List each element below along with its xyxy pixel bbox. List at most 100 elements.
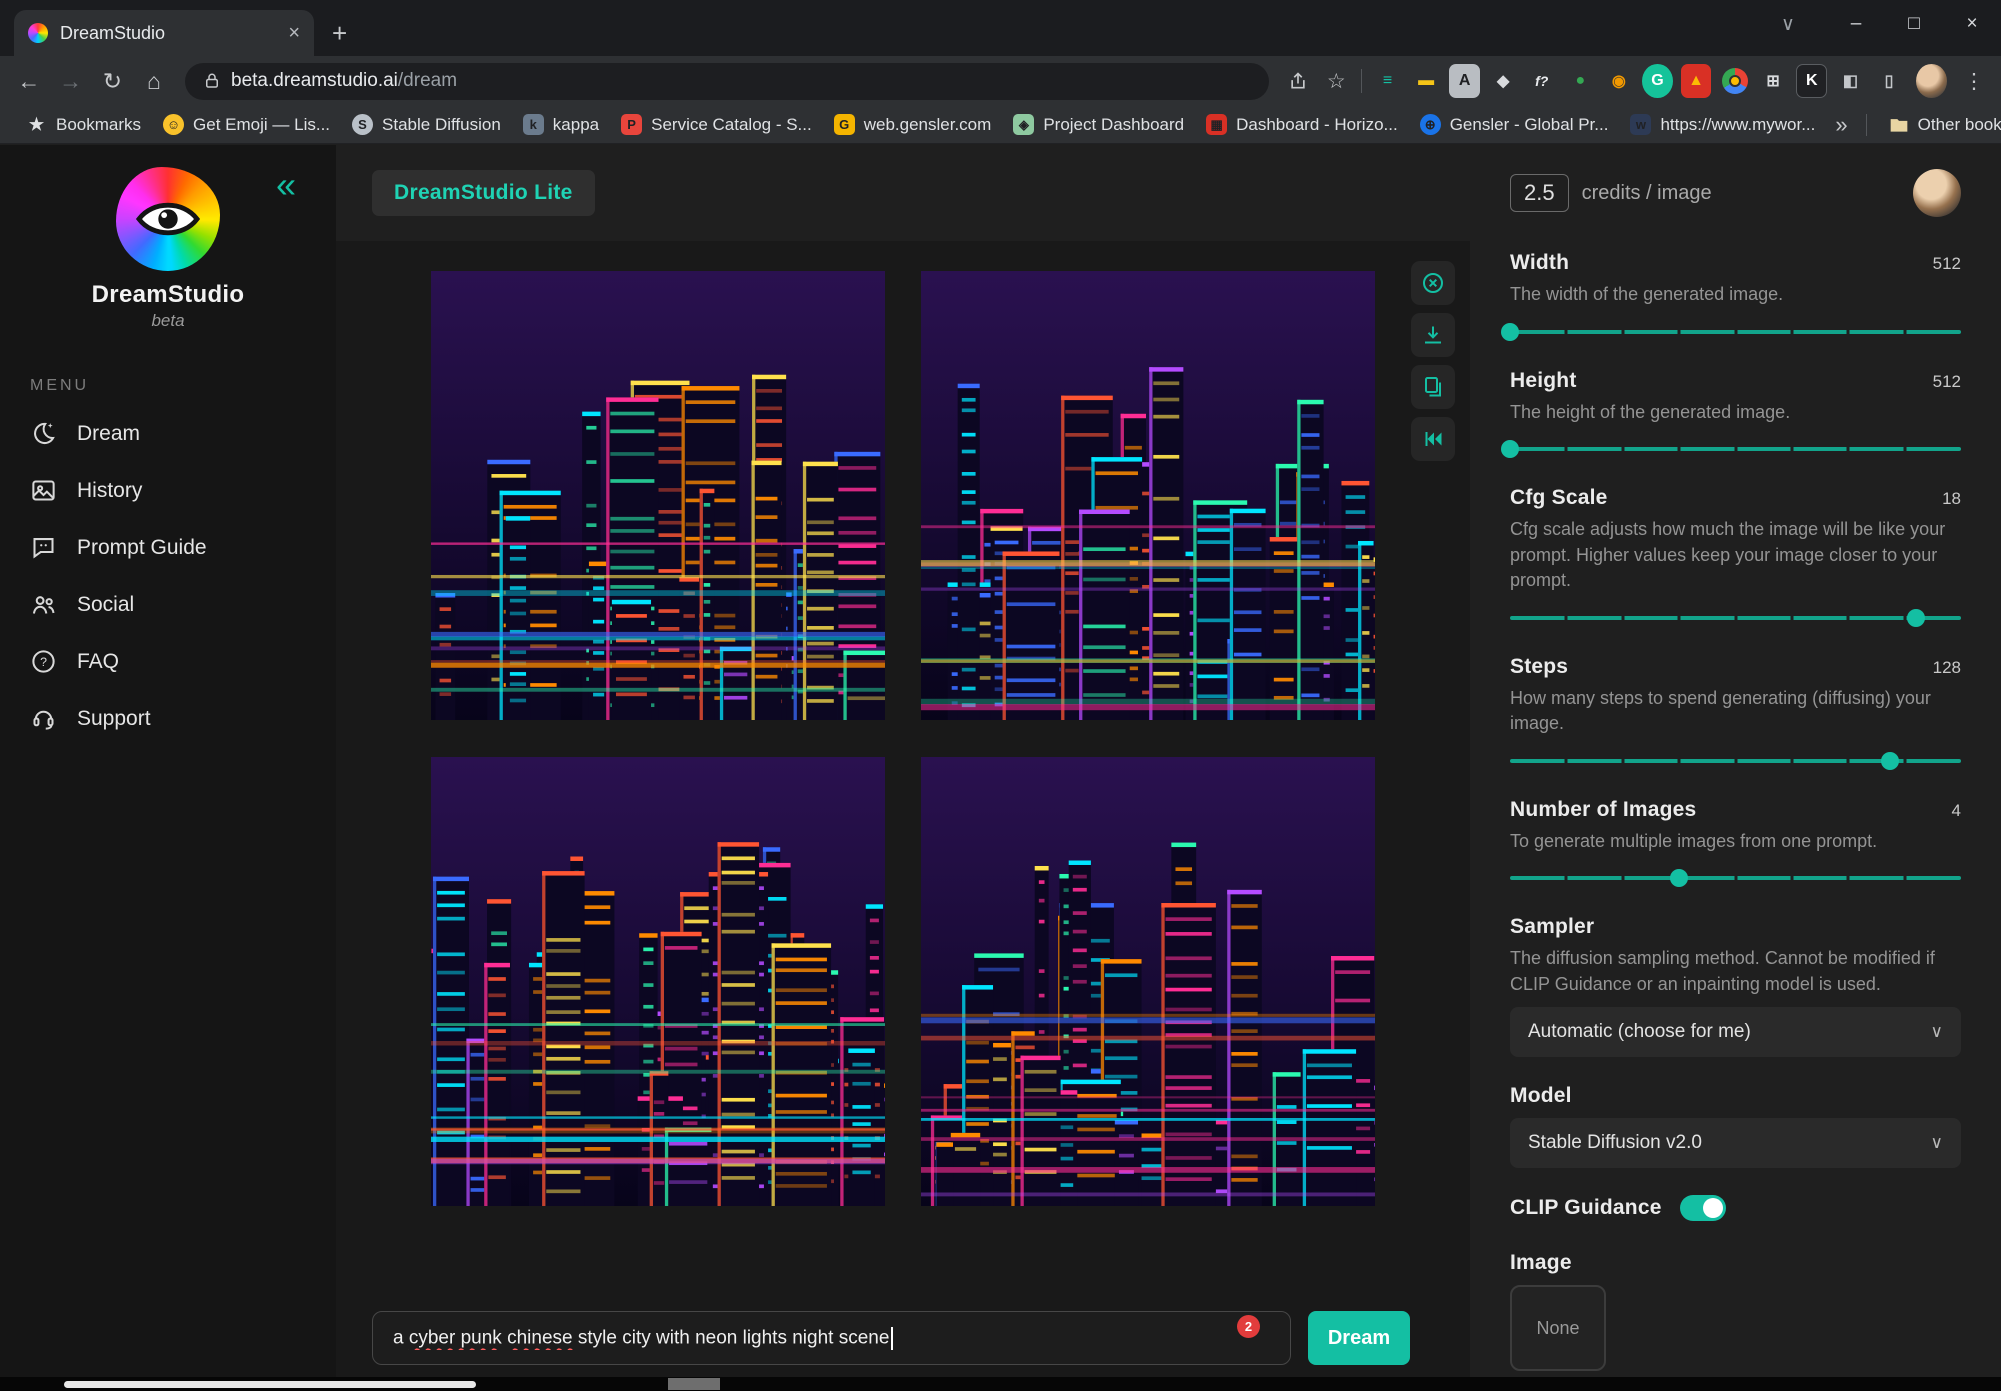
- bookmark-item[interactable]: k kappa: [513, 110, 609, 139]
- home-button[interactable]: ⌂: [135, 60, 173, 102]
- setting-sampler: Sampler The diffusion sampling method. C…: [1510, 915, 1961, 1058]
- share-icon[interactable]: [1281, 62, 1315, 100]
- bookmark-item[interactable]: w https://www.mywor...: [1620, 110, 1825, 139]
- rewind-button[interactable]: [1411, 417, 1455, 461]
- num-images-value: 4: [1951, 800, 1961, 820]
- width-description: The width of the generated image.: [1510, 284, 1784, 304]
- sampler-label: Sampler: [1510, 915, 1595, 939]
- sidebar-item-support[interactable]: Support: [0, 690, 336, 747]
- toggle-knob: [1702, 1198, 1723, 1219]
- steps-slider-thumb[interactable]: [1881, 751, 1900, 770]
- bookmark-item[interactable]: ▦ Dashboard - Horizo...: [1196, 110, 1408, 139]
- back-button[interactable]: ←: [10, 60, 48, 102]
- bookmarks-overflow-icon[interactable]: »: [1829, 112, 1853, 138]
- cfg-slider[interactable]: [1510, 608, 1961, 628]
- sidebar-item-faq[interactable]: ? FAQ: [0, 633, 336, 690]
- browser-profile-avatar[interactable]: [1916, 64, 1947, 98]
- user-avatar[interactable]: [1913, 169, 1961, 217]
- extension-icon-green-dot[interactable]: ●: [1565, 64, 1596, 98]
- address-bar[interactable]: beta.dreamstudio.ai/dream: [185, 62, 1269, 100]
- window-maximize-button[interactable]: □: [1885, 0, 1943, 48]
- clip-guidance-toggle[interactable]: [1679, 1195, 1726, 1222]
- generated-image-4[interactable]: [921, 757, 1375, 1206]
- sampler-select[interactable]: Automatic (choose for me) ∨: [1510, 1007, 1961, 1058]
- bookmark-label: Service Catalog - S...: [651, 114, 812, 134]
- bookmark-item[interactable]: P Service Catalog - S...: [611, 110, 822, 139]
- sampler-description: The diffusion sampling method. Cannot be…: [1510, 948, 1935, 994]
- forward-button[interactable]: →: [52, 60, 90, 102]
- brand-beta-label: beta: [151, 311, 185, 330]
- steps-value: 128: [1932, 657, 1961, 677]
- bookmark-star-icon[interactable]: ☆: [1319, 62, 1353, 100]
- model-select[interactable]: Stable Diffusion v2.0 ∨: [1510, 1118, 1961, 1169]
- bookmark-item[interactable]: ⊕ Gensler - Global Pr...: [1410, 110, 1619, 139]
- init-image-label: Image: [1510, 1251, 1572, 1275]
- extension-icon-pen[interactable]: ◆: [1488, 64, 1519, 98]
- browser-menu-icon[interactable]: ⋮: [1957, 62, 1991, 100]
- cfg-slider-thumb[interactable]: [1906, 608, 1925, 627]
- credits-value: 2.5: [1510, 174, 1569, 212]
- dreamstudio-app: « DreamStudio beta MENU Dream History Pr…: [0, 145, 2001, 1377]
- extension-icon-screenshot[interactable]: ⊞: [1758, 64, 1789, 98]
- height-slider-thumb[interactable]: [1501, 440, 1519, 459]
- bookmark-item[interactable]: Gweb.gensler.com: [824, 110, 1002, 139]
- extension-icon-highlighter[interactable]: ▬: [1411, 64, 1442, 98]
- main-area: DreamStudio Lite a cyber punk chinese st…: [336, 145, 1470, 1377]
- download-button[interactable]: [1411, 313, 1455, 357]
- generated-image-2[interactable]: [921, 271, 1375, 720]
- setting-model: Model Stable Diffusion v2.0 ∨: [1510, 1084, 1961, 1169]
- lock-icon: [206, 73, 218, 88]
- sidebar-collapse-icon[interactable]: «: [276, 167, 296, 203]
- clear-results-button[interactable]: [1411, 261, 1455, 305]
- sidebar-item-prompt-guide[interactable]: Prompt Guide: [0, 519, 336, 576]
- reload-button[interactable]: ↻: [94, 60, 132, 102]
- height-slider[interactable]: [1501, 439, 1961, 459]
- extension-icon-fquestion[interactable]: f?: [1526, 64, 1557, 98]
- generated-image-1[interactable]: [431, 271, 885, 720]
- dream-button[interactable]: Dream: [1308, 1311, 1410, 1365]
- window-chevron-icon[interactable]: ∨: [1759, 0, 1817, 48]
- generated-image-3[interactable]: [431, 757, 885, 1206]
- download-icon: [1425, 326, 1441, 344]
- extension-icon-reader[interactable]: A: [1449, 64, 1480, 98]
- people-icon: [32, 596, 55, 614]
- bookmark-favicon-icon: w: [1630, 114, 1652, 135]
- bookmark-item[interactable]: ★ Bookmarks: [16, 110, 151, 139]
- bookmark-item[interactable]: ◈ Project Dashboard: [1003, 110, 1194, 139]
- new-tab-button[interactable]: +: [314, 10, 365, 56]
- sidebar-item-dream[interactable]: Dream: [0, 405, 336, 462]
- extension-icon-shield[interactable]: ▲: [1680, 64, 1712, 98]
- width-slider[interactable]: [1501, 322, 1961, 342]
- num-images-slider-thumb[interactable]: [1670, 869, 1689, 888]
- bookmark-label: Stable Diffusion: [382, 114, 501, 134]
- side-panel-icon[interactable]: ▯: [1874, 64, 1905, 98]
- settings-panel: 2.5 credits / image Width 512 The width …: [1470, 145, 2001, 1377]
- window-close-button[interactable]: ×: [1943, 0, 2001, 48]
- setting-width: Width 512 The width of the generated ima…: [1501, 251, 1961, 342]
- bookmark-item[interactable]: S Stable Diffusion: [342, 110, 511, 139]
- dreamstudio-lite-badge[interactable]: DreamStudio Lite: [372, 170, 595, 216]
- sidebar-item-history[interactable]: History: [0, 462, 336, 519]
- bookmark-item[interactable]: ☺ Get Emoji — Lis...: [153, 110, 340, 139]
- extension-icon-k[interactable]: K: [1796, 64, 1828, 98]
- bottom-progress-bar: [64, 1381, 476, 1388]
- model-selected-value: Stable Diffusion v2.0: [1528, 1132, 1702, 1154]
- moon-sparkle-icon: [34, 422, 55, 445]
- extension-icon-grammarly[interactable]: G: [1642, 64, 1673, 98]
- window-minimize-button[interactable]: –: [1827, 0, 1885, 48]
- extension-icon-chrome-ball[interactable]: [1719, 64, 1750, 98]
- width-slider-thumb[interactable]: [1501, 322, 1519, 341]
- extension-icon-stack[interactable]: ≡: [1372, 64, 1403, 98]
- other-bookmarks-button[interactable]: Other bookmarks: [1879, 111, 2001, 139]
- steps-slider[interactable]: [1510, 751, 1961, 771]
- extension-icon-camera[interactable]: ◉: [1604, 64, 1635, 98]
- prompt-input[interactable]: a cyber punk chinese style city with neo…: [372, 1311, 1291, 1365]
- sidebar-item-social[interactable]: Social: [0, 576, 336, 633]
- num-images-slider[interactable]: [1510, 868, 1961, 888]
- bookmark-label: web.gensler.com: [863, 114, 992, 134]
- init-image-box[interactable]: None: [1510, 1285, 1606, 1372]
- tab-close-icon[interactable]: ×: [288, 22, 300, 45]
- copy-button[interactable]: [1411, 365, 1455, 409]
- browser-tab[interactable]: DreamStudio ×: [14, 10, 314, 56]
- extensions-puzzle-icon[interactable]: ◧: [1835, 64, 1866, 98]
